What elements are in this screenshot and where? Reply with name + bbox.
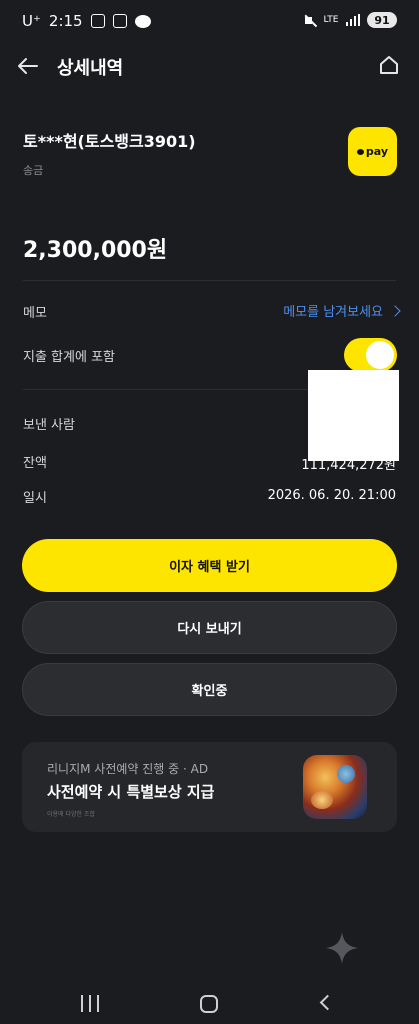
lte-label: LTE (323, 14, 339, 25)
system-nav-bar (0, 980, 419, 1024)
header: 상세내역 (0, 44, 419, 88)
back-arrow-icon[interactable] (16, 54, 40, 78)
status-bar: U⁺ 2:15 LTE 91 (0, 0, 419, 44)
ad-banner[interactable]: 리니지M 사전예약 진행 중 · AD 사전예약 시 특별보상 지급 이용에 다… (22, 742, 397, 832)
ad-title: 사전예약 시 특별보상 지급 (47, 783, 215, 801)
ad-thumbnail (303, 755, 367, 819)
mute-icon (304, 14, 317, 27)
ad-fine-print: 이용에 다양한 조합 (47, 811, 95, 818)
page-title: 상세내역 (57, 58, 124, 79)
screen: U⁺ 2:15 LTE 91 상세내역 토***현(토스뱅크3901) 송금 p… (0, 0, 419, 1024)
confirming-button[interactable]: 확인중 (22, 663, 397, 716)
recent-apps-icon[interactable] (81, 995, 99, 1013)
gallery-icon (90, 14, 105, 28)
memo-label: 메모 (23, 306, 47, 321)
screenshot-icon (112, 14, 127, 28)
home-button-icon[interactable] (200, 995, 218, 1013)
status-right: LTE 91 (304, 12, 397, 28)
signal-icon (345, 14, 360, 26)
transaction-type: 송금 (23, 164, 44, 177)
include-total-label: 지출 합계에 포함 (23, 350, 115, 365)
memo-link-text: 메모를 남겨보세요 (283, 305, 383, 320)
datetime-value: 2026. 06. 20. 21:00 (267, 488, 396, 503)
toggle-knob (366, 341, 394, 369)
datetime-label: 일시 (23, 491, 47, 506)
include-total-toggle[interactable] (344, 338, 397, 372)
ad-subtitle: 리니지M 사전예약 진행 중 · AD (47, 762, 209, 776)
sender-label: 보낸 사람 (23, 418, 75, 433)
redaction-box (308, 370, 399, 461)
carrier-label: U⁺ (22, 12, 41, 30)
memo-link[interactable]: 메모를 남겨보세요 (283, 301, 401, 320)
recipient-name: 토***현(토스뱅크3901) (23, 132, 196, 151)
divider (23, 280, 396, 281)
status-left: U⁺ 2:15 (22, 12, 151, 30)
transfer-amount: 2,300,000원 (23, 238, 168, 263)
chevron-right-icon (389, 304, 401, 317)
speech-bubble-icon (356, 148, 364, 155)
clock: 2:15 (48, 12, 83, 30)
balance-label: 잔액 (23, 456, 47, 471)
pay-logo-text: pay (365, 145, 389, 158)
interest-benefit-button[interactable]: 이자 혜택 받기 (22, 539, 397, 592)
talk-icon (134, 14, 151, 28)
battery-icon: 91 (367, 12, 397, 28)
kakaopay-logo: pay (348, 127, 397, 176)
home-icon[interactable] (377, 53, 401, 77)
send-again-button[interactable]: 다시 보내기 (22, 601, 397, 654)
sparkle-icon[interactable] (324, 930, 360, 966)
system-back-icon[interactable] (319, 994, 336, 1011)
